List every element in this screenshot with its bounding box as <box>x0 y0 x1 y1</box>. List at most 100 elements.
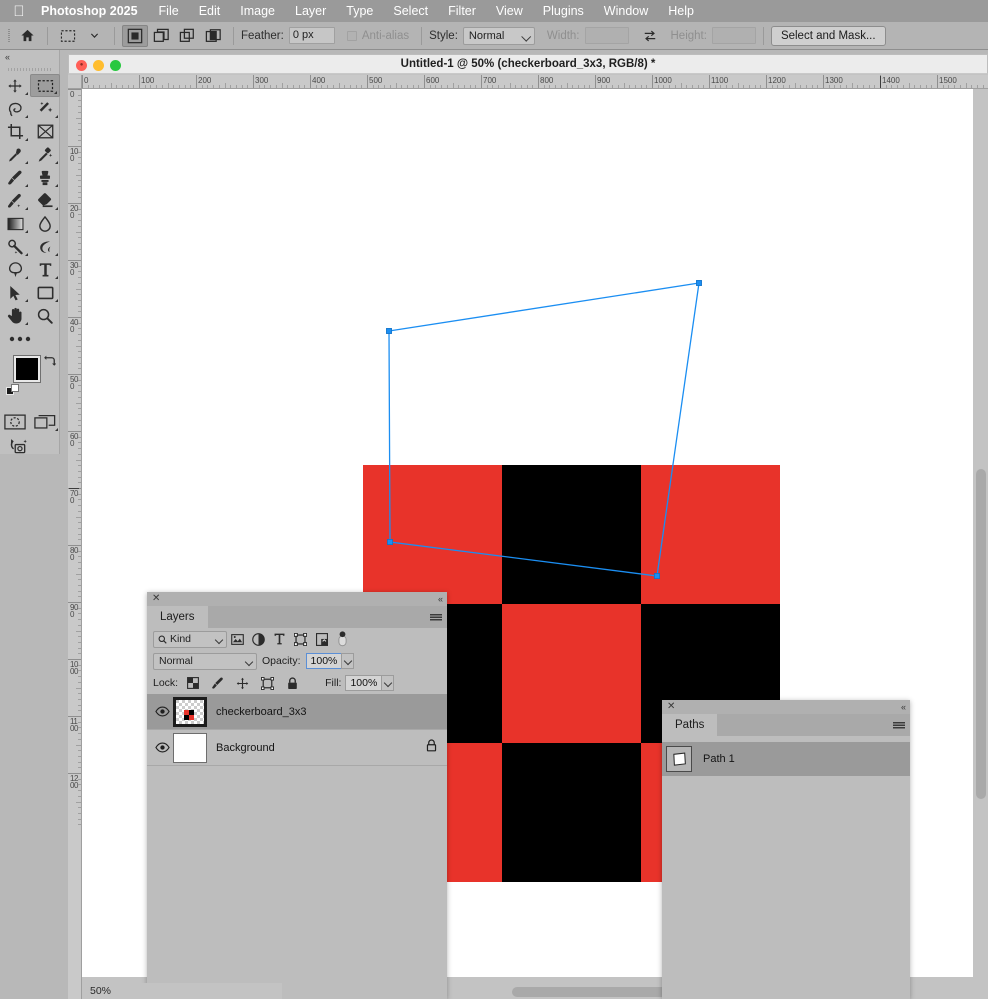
eyedropper-tool[interactable] <box>0 143 30 166</box>
dodge-tool[interactable] <box>0 235 30 258</box>
vertical-ruler[interactable]: 0 100 200 300 400 500 600 700 800 900 1000 1100 1200 <box>68 89 82 999</box>
menu-select[interactable]: Select <box>383 4 438 18</box>
path-selection-tool[interactable] <box>0 281 30 304</box>
feather-input[interactable]: 0 px <box>288 27 335 44</box>
menu-type[interactable]: Type <box>336 4 383 18</box>
quick-selection-tool[interactable] <box>30 97 60 120</box>
table-row[interactable]: Background <box>147 730 447 766</box>
foreground-color-swatch[interactable] <box>14 356 40 382</box>
lock-all-icon[interactable] <box>282 674 303 692</box>
filter-shape-icon[interactable] <box>290 630 311 648</box>
zoom-level-status[interactable]: 50% <box>90 985 111 997</box>
edit-toolbar-ellipsis-icon[interactable] <box>0 327 59 350</box>
layer-name[interactable]: checkerboard_3x3 <box>207 706 307 718</box>
menu-view[interactable]: View <box>486 4 533 18</box>
intersect-selection-icon[interactable] <box>200 25 226 47</box>
opacity-value[interactable]: 100% <box>305 653 342 669</box>
history-brush-tool[interactable] <box>0 189 30 212</box>
white-thumbnail[interactable] <box>173 732 207 763</box>
rectangle-tool[interactable] <box>30 281 60 304</box>
menu-file[interactable]: File <box>149 4 189 18</box>
menu-window[interactable]: Window <box>594 4 658 18</box>
horizontal-ruler[interactable]: 0 100 200 300 400 500 600 700 800 900 1000 1100 1200… <box>68 75 988 89</box>
swap-dimensions-icon[interactable] <box>638 25 662 47</box>
close-button[interactable] <box>76 60 87 71</box>
subtract-from-selection-icon[interactable] <box>174 25 200 47</box>
crop-tool[interactable] <box>0 120 30 143</box>
menu-app-name[interactable]: Photoshop 2025 <box>30 4 149 18</box>
paths-panel-header[interactable]: ✕ « <box>662 700 910 714</box>
opacity-field[interactable]: 100% <box>305 653 355 669</box>
new-selection-icon[interactable] <box>122 24 148 47</box>
ruler-corner[interactable] <box>68 75 82 89</box>
opacity-chevron-down-icon[interactable] <box>341 653 355 669</box>
filter-type-icon[interactable] <box>269 630 290 648</box>
rectangular-marquee-tool[interactable] <box>30 74 60 97</box>
quick-mask-mode-icon[interactable] <box>0 410 30 433</box>
panel-menu-icon[interactable] <box>425 606 447 628</box>
layers-panel-header[interactable]: ✕ « <box>147 592 447 606</box>
share-image-icon[interactable] <box>0 433 59 459</box>
panel-menu-icon[interactable] <box>888 714 910 736</box>
filter-pixel-icon[interactable] <box>227 630 248 648</box>
layer-name[interactable]: Background <box>207 742 275 754</box>
fill-chevron-down-icon[interactable] <box>381 675 395 691</box>
type-tool[interactable] <box>30 258 60 281</box>
fill-value[interactable]: 100% <box>345 675 382 691</box>
select-and-mask-button[interactable]: Select and Mask... <box>770 25 886 46</box>
filter-smartobject-icon[interactable] <box>311 630 332 648</box>
default-colors-icon[interactable] <box>6 384 20 403</box>
rectangular-marquee-icon[interactable] <box>56 25 80 47</box>
style-select[interactable]: Normal <box>462 26 535 45</box>
width-input[interactable] <box>584 27 629 44</box>
frame-tool[interactable] <box>30 120 60 143</box>
swap-colors-icon[interactable] <box>43 354 57 370</box>
tab-paths[interactable]: Paths <box>662 714 718 736</box>
blend-mode-select[interactable]: Normal <box>153 652 257 670</box>
vertical-scrollbar-thumb[interactable] <box>976 469 986 799</box>
close-panel-icon[interactable]: ✕ <box>667 702 675 712</box>
height-input[interactable] <box>711 27 756 44</box>
collapse-panel-icon[interactable]: « <box>0 50 59 64</box>
menu-image[interactable]: Image <box>230 4 285 18</box>
lock-transparent-pixels-icon[interactable] <box>182 674 203 692</box>
eye-visibility-icon[interactable] <box>151 742 173 753</box>
menu-plugins[interactable]: Plugins <box>533 4 594 18</box>
pen-tool[interactable] <box>0 258 30 281</box>
tab-layers[interactable]: Layers <box>147 606 208 628</box>
minimize-button[interactable] <box>93 60 104 71</box>
menu-help[interactable]: Help <box>658 4 704 18</box>
list-item[interactable]: Path 1 <box>662 742 910 776</box>
brush-tool[interactable] <box>0 166 30 189</box>
collapse-panel-icon[interactable]: « <box>438 594 443 604</box>
vertical-scrollbar[interactable] <box>973 89 988 999</box>
hand-tool[interactable] <box>0 304 30 327</box>
path-thumbnail[interactable] <box>666 746 692 772</box>
close-panel-icon[interactable]: ✕ <box>152 594 160 604</box>
collapse-panel-icon[interactable]: « <box>901 702 906 712</box>
menu-layer[interactable]: Layer <box>285 4 336 18</box>
spot-healing-brush-tool[interactable] <box>30 143 60 166</box>
eye-visibility-icon[interactable] <box>151 706 173 717</box>
fill-field[interactable]: 100% <box>345 675 395 691</box>
lock-artboard-nesting-icon[interactable] <box>257 674 278 692</box>
table-row[interactable]: checkerboard_3x3 <box>147 694 447 730</box>
clone-stamp-tool[interactable] <box>30 166 60 189</box>
home-icon[interactable] <box>15 25 39 47</box>
eraser-tool[interactable] <box>30 189 60 212</box>
checkerboard-thumbnail[interactable] <box>173 696 207 727</box>
menu-edit[interactable]: Edit <box>189 4 231 18</box>
path-name[interactable]: Path 1 <box>692 753 735 765</box>
lock-position-icon[interactable] <box>232 674 253 692</box>
apple-logo-icon[interactable]:  <box>8 4 30 19</box>
lasso-tool[interactable] <box>0 97 30 120</box>
zoom-tool[interactable] <box>30 304 60 327</box>
filter-toggle-switch-icon[interactable] <box>332 630 353 648</box>
lock-image-pixels-icon[interactable] <box>207 674 228 692</box>
screen-mode-icon[interactable] <box>30 410 60 433</box>
chevron-down-icon[interactable] <box>82 25 106 47</box>
gradient-tool[interactable] <box>0 212 30 235</box>
maximize-button[interactable] <box>110 60 121 71</box>
layer-kind-select[interactable]: Kind <box>153 630 227 648</box>
blur-tool[interactable] <box>30 212 60 235</box>
